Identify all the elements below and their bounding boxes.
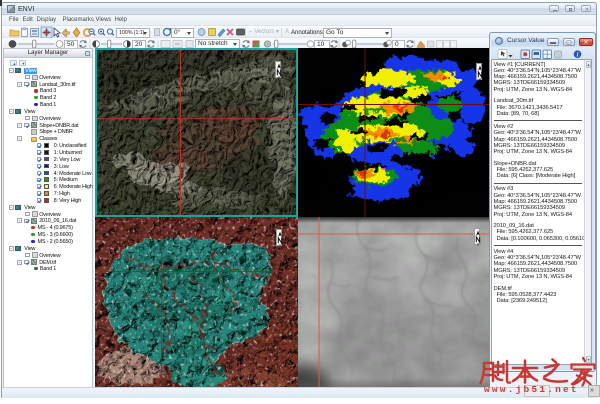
svg-text:i: i	[577, 52, 579, 59]
